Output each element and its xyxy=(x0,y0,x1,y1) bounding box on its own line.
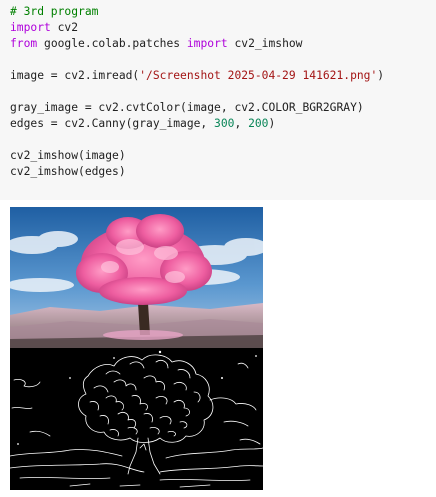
tree-photo xyxy=(10,207,263,348)
code-token-keyword: from xyxy=(10,37,38,50)
code-token-plain: cv2 xyxy=(50,21,79,34)
code-token-string: '/Screenshot 2025-04-29 141621.png' xyxy=(139,69,378,82)
code-token-plain: , xyxy=(234,117,249,130)
code-token-plain: edges = cv2.Canny(gray_image, xyxy=(10,117,215,130)
code-token-plain: cv2_imshow xyxy=(227,37,303,50)
code-token-plain: ) xyxy=(268,117,276,130)
code-token-plain: ) xyxy=(377,69,385,82)
output-image-edges xyxy=(10,348,263,490)
code-token-plain: google.colab.patches xyxy=(37,37,187,50)
code-token-keyword: import xyxy=(10,21,51,34)
code-token-keyword: import xyxy=(186,37,228,50)
edge-map xyxy=(10,348,263,490)
code-token-number: 200 xyxy=(248,117,269,130)
code-editor[interactable]: # 3rd program import cv2 from google.colab… xyxy=(10,4,384,180)
output-image-original xyxy=(10,207,263,348)
code-line: cv2_imshow(image) xyxy=(10,148,384,164)
code-cell[interactable]: # 3rd program import cv2 from google.colab… xyxy=(0,0,436,200)
code-line: edges = cv2.Canny(gray_image, 300, 200) xyxy=(10,116,384,132)
code-token-comment: # 3rd program xyxy=(10,5,99,18)
code-token-number: 300 xyxy=(214,117,235,130)
code-token-plain: cv2_imshow(image) xyxy=(10,149,126,162)
output-area xyxy=(0,200,436,497)
code-line: image = cv2.imread('/Screenshot 2025-04-… xyxy=(10,68,384,84)
code-line: from google.colab.patches import cv2_ims… xyxy=(10,36,384,52)
code-line: import cv2 xyxy=(10,20,384,36)
code-line: cv2_imshow(edges) xyxy=(10,164,384,180)
code-token-plain: gray_image = cv2.cvtColor(image, cv2.COL… xyxy=(10,101,364,114)
code-token-plain: image = cv2.imread( xyxy=(10,69,140,82)
code-token-plain: cv2_imshow(edges) xyxy=(10,165,126,178)
code-line: # 3rd program xyxy=(10,4,384,20)
code-line: gray_image = cv2.cvtColor(image, cv2.COL… xyxy=(10,100,384,116)
